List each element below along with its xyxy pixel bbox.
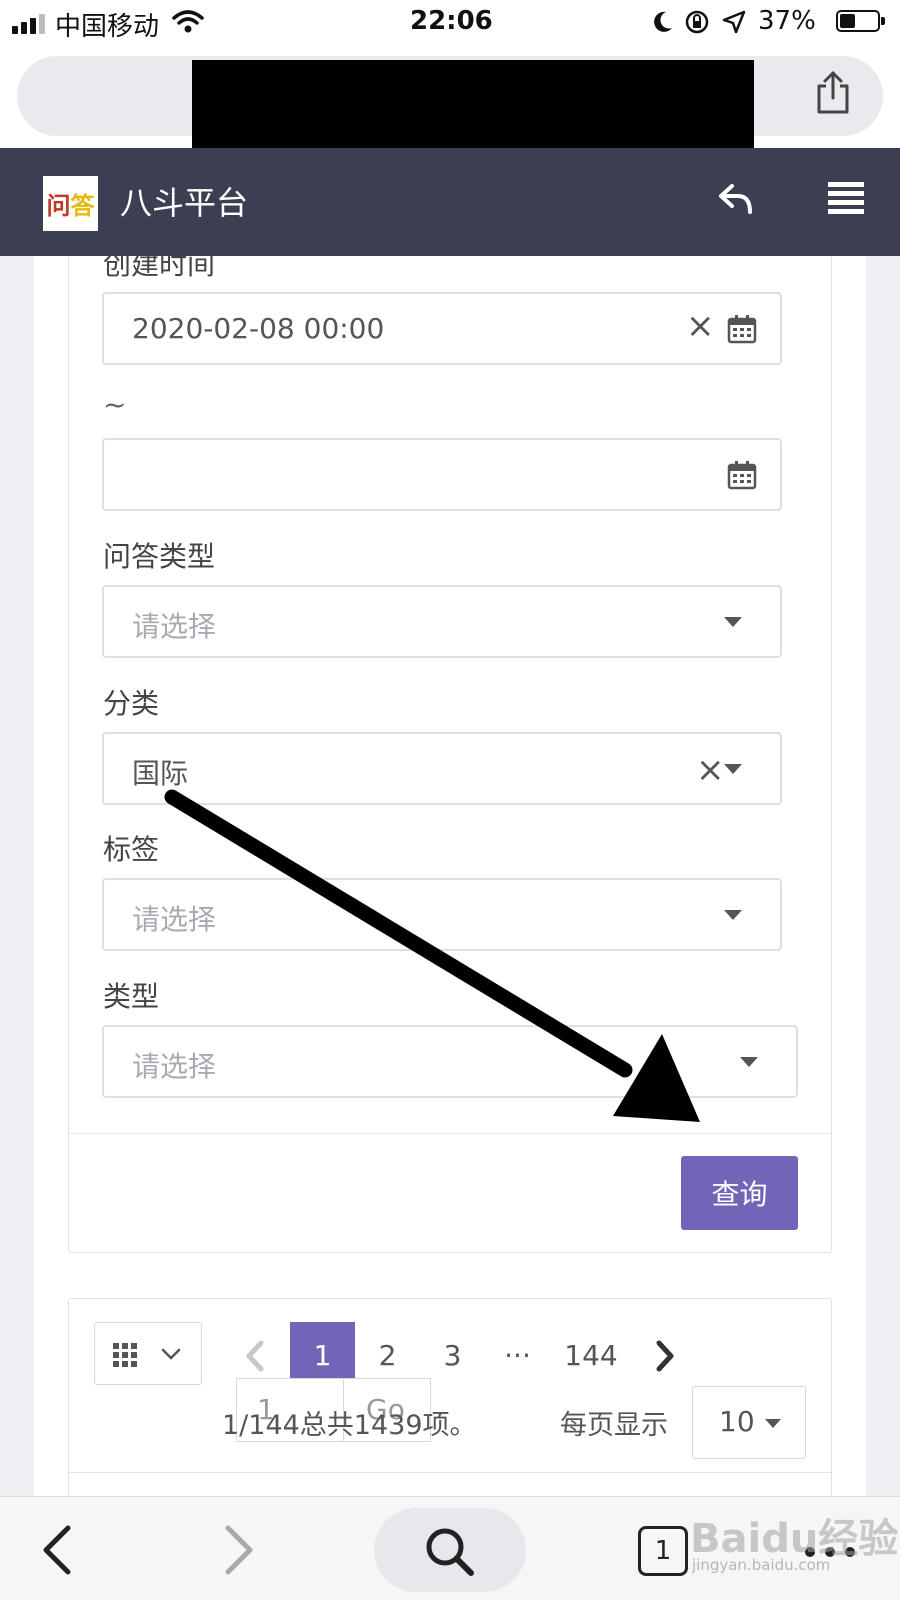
pagination-summary: 1/144总共1439项。 — [222, 1410, 477, 1441]
signal-icon — [12, 14, 45, 34]
tag-label: 标签 — [103, 833, 160, 866]
menu-icon[interactable] — [828, 182, 864, 214]
type-placeholder: 请选择 — [132, 1050, 217, 1083]
qa-type-select[interactable]: 请选择 — [102, 585, 782, 658]
rotation-lock-icon — [685, 10, 709, 34]
tag-placeholder: 请选择 — [132, 903, 217, 936]
logo-text: 问答 — [46, 192, 95, 220]
search-button[interactable] — [374, 1508, 526, 1592]
tabs-button[interactable]: 1 — [638, 1526, 688, 1576]
category-label: 分类 — [103, 687, 160, 720]
type-label: 类型 — [103, 980, 160, 1013]
tag-select[interactable]: 请选择 — [102, 878, 782, 951]
chevron-down-icon — [161, 1348, 181, 1360]
clock: 22:06 — [410, 6, 493, 36]
app-title: 八斗平台 — [120, 184, 249, 222]
battery-percent: 37% — [758, 6, 816, 36]
range-separator: ~ — [103, 388, 127, 421]
moon-icon — [654, 11, 672, 32]
end-date-input[interactable] — [102, 438, 782, 511]
wifi-icon — [172, 10, 204, 33]
start-date-input[interactable]: 2020-02-08 00:00 × — [102, 292, 782, 365]
app-logo: 问答 — [43, 176, 98, 231]
category-value: 国际 — [132, 757, 189, 790]
clear-icon[interactable]: × — [686, 306, 715, 346]
qa-type-label: 问答类型 — [103, 540, 216, 573]
chevron-down-icon — [724, 617, 742, 627]
search-icon — [426, 1528, 474, 1576]
calendar-icon[interactable] — [727, 460, 757, 490]
view-toggle-button[interactable] — [94, 1322, 202, 1385]
query-button[interactable]: 查询 — [681, 1156, 798, 1230]
start-date-value: 2020-02-08 00:00 — [132, 312, 385, 345]
page-link-144[interactable]: 144 — [555, 1322, 627, 1388]
watermark-url: jingyan.baidu.com — [692, 1556, 831, 1574]
qa-type-placeholder: 请选择 — [132, 610, 217, 643]
divider — [68, 1472, 832, 1473]
per-page-select[interactable]: 10 — [692, 1386, 806, 1459]
chevron-left-icon[interactable] — [244, 1340, 266, 1372]
category-select[interactable]: 国际 × — [102, 732, 782, 805]
forward-icon[interactable] — [222, 1524, 256, 1576]
chevron-right-icon[interactable] — [654, 1340, 676, 1372]
battery-icon — [836, 10, 885, 32]
location-icon — [722, 10, 746, 34]
reply-icon[interactable] — [718, 182, 754, 216]
carrier-name: 中国移动 — [55, 12, 160, 42]
per-page-label: 每页显示 — [560, 1410, 668, 1441]
type-select[interactable]: 请选择 — [102, 1025, 798, 1098]
chevron-down-icon — [740, 1057, 758, 1067]
clear-icon[interactable]: × — [696, 750, 725, 790]
chevron-down-icon — [724, 910, 742, 920]
grid-icon — [113, 1343, 137, 1367]
calendar-icon[interactable] — [727, 314, 757, 344]
redacted-url — [192, 60, 754, 160]
chevron-down-icon — [724, 764, 742, 774]
share-icon[interactable] — [814, 70, 852, 116]
divider — [69, 1133, 831, 1134]
page-ellipsis: ··· — [504, 1338, 531, 1372]
per-page-value: 10 — [719, 1405, 755, 1438]
chevron-down-icon — [765, 1419, 781, 1428]
back-icon[interactable] — [40, 1524, 74, 1576]
